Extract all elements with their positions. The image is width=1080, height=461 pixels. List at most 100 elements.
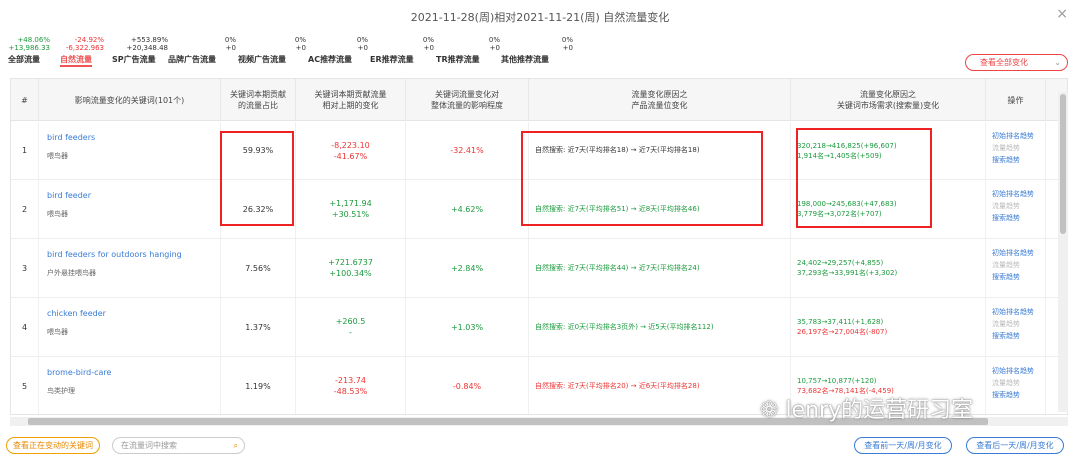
highlight-box-source bbox=[521, 131, 763, 226]
tab-percent: 0% bbox=[488, 36, 500, 44]
search-placeholder: 在流量词中搜索 bbox=[121, 441, 177, 450]
traffic-share: 7.56% bbox=[221, 239, 296, 297]
operations-cell: 初始排名趋势 流量趋势 搜索趋势 bbox=[986, 298, 1046, 356]
tab-value: +13,986.33 bbox=[8, 44, 51, 52]
header-cell: 流量变化原因之 产品流量位变化 bbox=[529, 79, 791, 121]
keyword-link[interactable]: bird feeders bbox=[47, 132, 95, 143]
row-index: 3 bbox=[11, 239, 39, 297]
tab-1[interactable]: -24.92% -6,322.963 自然流量 bbox=[60, 36, 104, 68]
row-index: 4 bbox=[11, 298, 39, 356]
keyword-search-input[interactable]: 在流量词中搜索 ⌕ bbox=[112, 437, 245, 454]
tab-label: AC推荐流量 bbox=[308, 55, 353, 64]
keyword-cell: bird feeders 喂鸟器 bbox=[39, 122, 221, 179]
search-icon[interactable]: ⌕ bbox=[234, 438, 238, 453]
chevron-down-icon: ⌄ bbox=[1054, 58, 1061, 67]
keyword-link[interactable]: brome-bird-care bbox=[47, 367, 111, 378]
impact-value: -32.41% bbox=[406, 122, 529, 179]
prev-period-button[interactable]: 查看前一天/周/月变化 bbox=[854, 437, 952, 454]
header-cell: 操作 bbox=[986, 79, 1046, 121]
search-trend-link[interactable]: 搜索趋势 bbox=[992, 212, 1020, 224]
traffic-delta: +260.5 - bbox=[296, 298, 406, 356]
impact-value: +1.03% bbox=[406, 298, 529, 356]
traffic-trend-link[interactable]: 流量趋势 bbox=[992, 200, 1020, 212]
close-icon[interactable]: × bbox=[1056, 6, 1068, 22]
tab-0[interactable]: +48.06% +13,986.33 全部流量 bbox=[8, 36, 50, 68]
tab-3[interactable]: 0% +0 品牌广告流量 bbox=[168, 36, 236, 68]
keyword-link[interactable]: chicken feeder bbox=[47, 308, 106, 319]
vertical-scrollbar[interactable] bbox=[1058, 92, 1068, 412]
tab-value: -6,322.963 bbox=[65, 44, 104, 52]
tab-label: ER推荐流量 bbox=[370, 55, 414, 64]
search-volume-change: 24,402→29,257(+4,855) bbox=[797, 259, 884, 267]
traffic-trend-link[interactable]: 流量趋势 bbox=[992, 318, 1020, 330]
row-index: 1 bbox=[11, 122, 39, 179]
tab-label: 品牌广告流量 bbox=[168, 55, 216, 64]
tab-percent: 0% bbox=[224, 36, 236, 44]
rank-source-change: 自然搜索: 近0天(平均排名3页外) → 近5天(平均排名112) bbox=[529, 298, 791, 356]
tab-percent: 0% bbox=[294, 36, 306, 44]
traffic-delta: +1,171.94 +30.51% bbox=[296, 180, 406, 238]
tab-value: +0 bbox=[562, 44, 573, 52]
view-all-changes-select[interactable]: 查看全部变化 ⌄ bbox=[965, 54, 1068, 71]
keyword-translation: 喂鸟器 bbox=[47, 210, 68, 218]
tab-value: +0 bbox=[225, 44, 236, 52]
search-trend-link[interactable]: 搜索趋势 bbox=[992, 389, 1020, 401]
tab-label: 全部流量 bbox=[8, 55, 40, 64]
tab-percent: 0% bbox=[422, 36, 434, 44]
watermark: ❁ lenry的运营研习室 bbox=[760, 392, 973, 424]
row-index: 5 bbox=[11, 357, 39, 414]
tab-value: +0 bbox=[423, 44, 434, 52]
tab-6[interactable]: 0% +0 ER推荐流量 bbox=[370, 36, 434, 68]
traffic-delta: -213.74 -48.53% bbox=[296, 357, 406, 414]
header-cell: 影响流量变化的关键词(101个) bbox=[39, 79, 221, 121]
keyword-translation: 户外悬挂喂鸟器 bbox=[47, 269, 96, 277]
tab-value: +0 bbox=[295, 44, 306, 52]
rank-trend-link[interactable]: 初始排名趋势 bbox=[992, 306, 1034, 318]
traffic-delta: +721.6737 +100.34% bbox=[296, 239, 406, 297]
tab-2[interactable]: +553.89% +20,348.48 SP广告流量 bbox=[112, 36, 168, 68]
header-cell[interactable]: 关键词本期贡献流量 相对上期的变化 bbox=[296, 79, 406, 121]
search-trend-link[interactable]: 搜索趋势 bbox=[992, 154, 1020, 166]
impact-value: +4.62% bbox=[406, 180, 529, 238]
traffic-tabs: +48.06% +13,986.33 全部流量 -24.92% -6,322.963 自然… bbox=[8, 36, 573, 68]
search-volume-change: 35,783→37,411(+1,628) bbox=[797, 318, 884, 326]
search-trend-link[interactable]: 搜索趋势 bbox=[992, 271, 1020, 283]
tab-label: 其他推荐流量 bbox=[501, 55, 549, 64]
keyword-cell: bird feeder 喂鸟器 bbox=[39, 180, 221, 238]
rank-trend-link[interactable]: 初始排名趋势 bbox=[992, 365, 1034, 377]
tab-7[interactable]: 0% +0 TR推荐流量 bbox=[436, 36, 500, 68]
tab-value: +20,348.48 bbox=[126, 44, 169, 52]
tab-4[interactable]: 0% +0 视频广告流量 bbox=[238, 36, 306, 68]
keyword-cell: chicken feeder 喂鸟器 bbox=[39, 298, 221, 356]
dialog-title: 2021-11-28(周)相对2021-11-21(周) 自然流量变化 bbox=[410, 11, 670, 24]
header-cell[interactable]: 关键词流量变化对 整体流量的影响程度 bbox=[406, 79, 529, 121]
search-trend-link[interactable]: 搜索趋势 bbox=[992, 330, 1020, 342]
tab-label: TR推荐流量 bbox=[436, 55, 480, 64]
keyword-translation: 喂鸟器 bbox=[47, 152, 68, 160]
traffic-trend-link[interactable]: 流量趋势 bbox=[992, 142, 1020, 154]
header-cell: 流量变化原因之 关键词市场需求(搜索量)变化 bbox=[791, 79, 986, 121]
tab-8[interactable]: 0% +0 其他推荐流量 bbox=[501, 36, 573, 68]
traffic-share: 1.37% bbox=[221, 298, 296, 356]
table-header: # 影响流量变化的关键词(101个) 关键词本期贡献 的流量占比 关键词本期贡献流量 … bbox=[11, 79, 1067, 121]
keyword-link[interactable]: bird feeder bbox=[47, 190, 91, 201]
tab-label: SP广告流量 bbox=[112, 55, 156, 64]
next-period-button[interactable]: 查看后一天/周/月变化 bbox=[966, 437, 1064, 454]
view-changing-keywords-button[interactable]: 查看正在变动的关键词 bbox=[6, 437, 100, 454]
traffic-trend-link[interactable]: 流量趋势 bbox=[992, 377, 1020, 389]
traffic-share: 1.19% bbox=[221, 357, 296, 414]
keyword-cell: brome-bird-care 鸟类护理 bbox=[39, 357, 221, 414]
keyword-link[interactable]: bird feeders for outdoors hanging bbox=[47, 249, 182, 260]
rank-trend-link[interactable]: 初始排名趋势 bbox=[992, 247, 1034, 259]
tab-percent: -24.92% bbox=[74, 36, 104, 44]
header-cell: # bbox=[11, 79, 39, 121]
rank-trend-link[interactable]: 初始排名趋势 bbox=[992, 130, 1034, 142]
tab-percent: 0% bbox=[356, 36, 368, 44]
traffic-trend-link[interactable]: 流量趋势 bbox=[992, 259, 1020, 271]
tab-percent: 0% bbox=[561, 36, 573, 44]
header-cell[interactable]: 关键词本期贡献 的流量占比 bbox=[221, 79, 296, 121]
rank-trend-link[interactable]: 初始排名趋势 bbox=[992, 188, 1034, 200]
tab-5[interactable]: 0% +0 AC推荐流量 bbox=[308, 36, 368, 68]
operations-cell: 初始排名趋势 流量趋势 搜索趋势 bbox=[986, 357, 1046, 414]
impact-value: +2.84% bbox=[406, 239, 529, 297]
